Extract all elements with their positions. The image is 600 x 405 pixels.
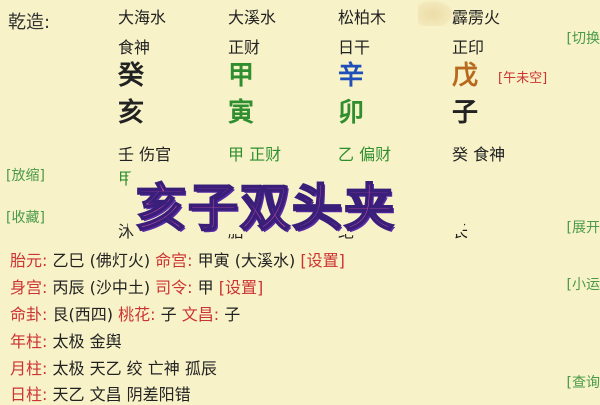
info-row-shengong: 身宫: 丙辰 (沙中土) 司令: 甲 [设置] bbox=[10, 274, 263, 298]
hidden-shen: 伤官 bbox=[139, 145, 172, 164]
row-value: 乙巳 (佛灯火) bbox=[52, 251, 151, 270]
cloud-decoration bbox=[418, 0, 454, 26]
shishen: 日干 bbox=[338, 38, 371, 57]
heavenly-stem: 癸 bbox=[118, 61, 145, 91]
row-key: 文昌: bbox=[181, 305, 220, 324]
row-value: 太极 金舆 bbox=[52, 332, 122, 351]
row-value: 甲 bbox=[197, 278, 214, 297]
nayin: 霹雳火 bbox=[452, 8, 501, 27]
hidden-gan: 癸 bbox=[452, 145, 469, 164]
nayin: 松柏木 bbox=[338, 8, 387, 27]
hidden-shen: 食神 bbox=[473, 145, 506, 164]
zoom-link[interactable]: [放缩] bbox=[6, 165, 45, 185]
hidden-gan: 壬 bbox=[118, 145, 135, 164]
hidden-stem-1: 壬 伤官 bbox=[118, 141, 171, 165]
heavenly-stem: 戊 bbox=[452, 61, 479, 91]
row-key: 胎元: bbox=[10, 251, 48, 270]
row-value: 甲寅 (大溪水) bbox=[197, 251, 296, 270]
hidden-shen: 正财 bbox=[249, 145, 282, 164]
row-key: 司令: bbox=[155, 278, 193, 297]
row-key: 月柱: bbox=[10, 359, 48, 378]
hidden-stem-1: 乙 偏财 bbox=[338, 141, 391, 165]
query-link[interactable]: [查询 bbox=[567, 372, 600, 392]
nayin: 大溪水 bbox=[228, 8, 277, 27]
settings-link[interactable]: [设置] bbox=[219, 278, 264, 297]
overlay-title: 亥子双头夹 bbox=[135, 178, 396, 238]
shishen: 正财 bbox=[228, 38, 261, 57]
xiaoyun-link[interactable]: [小运 bbox=[567, 274, 600, 294]
hidden-gan: 乙 bbox=[338, 145, 355, 164]
row-key: 命宫: bbox=[155, 251, 193, 270]
shishen: 食神 bbox=[118, 38, 151, 57]
row-value: 子 bbox=[160, 305, 177, 324]
heavenly-stem: 辛 bbox=[338, 61, 365, 91]
heavenly-stem: 甲 bbox=[228, 61, 255, 91]
hidden-stem-1: 甲 正财 bbox=[228, 141, 281, 165]
info-row-yuezhu: 月柱: 太极 天乙 绞 亡神 孤辰 bbox=[10, 355, 217, 379]
row-key: 桃花: bbox=[118, 305, 156, 324]
row-key: 命卦: bbox=[10, 305, 48, 324]
row-key: 身宫: bbox=[10, 278, 48, 297]
kongwang-note: [午未空] bbox=[498, 71, 548, 86]
favorite-link[interactable]: [收藏] bbox=[6, 207, 45, 227]
info-row-nianzhu: 年柱: 太极 金舆 bbox=[10, 328, 122, 352]
row-value: 艮(西四) bbox=[52, 305, 114, 324]
row-value: 太极 天乙 绞 亡神 孤辰 bbox=[52, 359, 217, 378]
info-row-rizhu: 日柱: 天乙 文昌 阴差阳错 bbox=[10, 381, 191, 405]
settings-link[interactable]: [设置] bbox=[300, 251, 345, 270]
chart-title-label: 乾造: bbox=[8, 12, 51, 33]
shishen: 正印 bbox=[452, 38, 485, 57]
row-key: 日柱: bbox=[10, 385, 48, 404]
row-key: 年柱: bbox=[10, 332, 48, 351]
info-row-taiyuan: 胎元: 乙巳 (佛灯火) 命宫: 甲寅 (大溪水) [设置] bbox=[10, 247, 345, 271]
expand-link[interactable]: [展开 bbox=[567, 217, 600, 237]
hidden-stem-1: 癸 食神 bbox=[452, 141, 505, 165]
earthly-branch: 寅 bbox=[228, 98, 255, 128]
earthly-branch: 子 bbox=[452, 98, 479, 128]
row-value: 子 bbox=[224, 305, 241, 324]
row-value: 丙辰 (沙中土) bbox=[52, 278, 151, 297]
switch-link[interactable]: [切换 bbox=[567, 28, 600, 48]
hidden-gan: 甲 bbox=[228, 145, 245, 164]
info-row-minggua: 命卦: 艮(西四) 桃花: 子 文昌: 子 bbox=[10, 301, 240, 325]
nayin: 大海水 bbox=[118, 8, 167, 27]
earthly-branch: 卯 bbox=[338, 98, 365, 128]
hidden-shen: 偏财 bbox=[359, 145, 392, 164]
earthly-branch: 亥 bbox=[118, 98, 145, 128]
row-value: 天乙 文昌 阴差阳错 bbox=[52, 385, 191, 404]
